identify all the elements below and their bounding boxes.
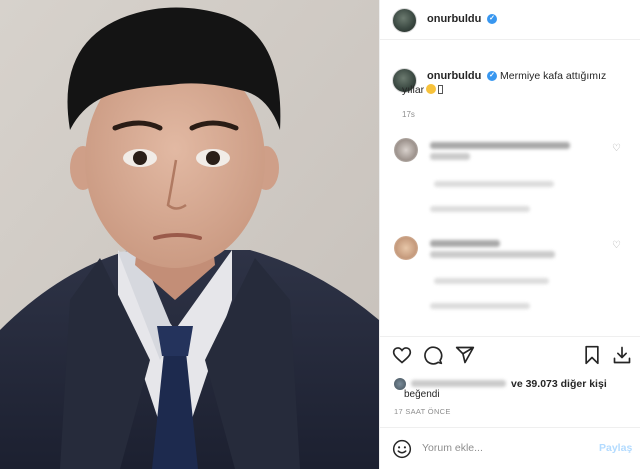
caption-timestamp: 17s xyxy=(402,110,415,119)
missing-glyph-icon xyxy=(438,85,444,94)
comment-like-icon[interactable]: ♡ xyxy=(612,240,621,251)
redacted-comment-text xyxy=(430,240,500,247)
redacted-replies-link[interactable] xyxy=(430,303,530,309)
download-icon[interactable] xyxy=(612,345,632,365)
post-time-ago[interactable]: 17 SAAT ÖNCE xyxy=(394,407,451,416)
caption-username[interactable]: onurbuldu xyxy=(427,70,481,82)
verified-badge-icon: ✓ xyxy=(487,14,497,24)
laughing-emoji-icon xyxy=(426,84,437,94)
redacted-comment-meta xyxy=(434,181,554,187)
post-actions: ve 39.073 diğer kişi beğendi 17 SAAT ÖNC… xyxy=(380,336,640,469)
send-icon[interactable] xyxy=(455,345,475,365)
caption-text-line2: yıllar xyxy=(402,84,425,96)
comment-input[interactable] xyxy=(422,439,592,457)
emoji-picker-icon[interactable] xyxy=(392,439,412,459)
post-side-panel: onurbuldu ✓ onurbuldu ✓ Mermiye kafa att… xyxy=(379,0,640,469)
likes-count[interactable]: ve 39.073 diğer kişi xyxy=(511,378,607,390)
portrait-image xyxy=(0,0,379,469)
post-header: onurbuldu ✓ xyxy=(380,0,640,40)
commenter-avatar[interactable] xyxy=(394,138,418,162)
comment-icon[interactable] xyxy=(423,345,443,365)
redacted-comment-meta xyxy=(434,278,549,284)
caption-text: Mermiye kafa attığımız xyxy=(500,70,607,82)
heart-icon[interactable] xyxy=(392,345,412,365)
redacted-comment-text xyxy=(430,142,570,149)
comment-like-icon[interactable]: ♡ xyxy=(612,143,621,154)
liked-label: beğendi xyxy=(404,389,440,400)
comments-section: onurbuldu ✓ Mermiye kafa attığımız yılla… xyxy=(380,40,640,336)
redacted-comment-text xyxy=(430,251,555,258)
verified-badge-icon: ✓ xyxy=(487,71,497,81)
commenter-avatar[interactable] xyxy=(394,236,418,260)
post-photo[interactable] xyxy=(0,0,379,469)
add-comment-bar: Paylaş xyxy=(380,427,640,470)
instagram-post: onurbuldu ✓ onurbuldu ✓ Mermiye kafa att… xyxy=(0,0,640,469)
post-comment-button[interactable]: Paylaş xyxy=(599,442,632,454)
bookmark-icon[interactable] xyxy=(582,345,602,365)
redacted-replies-link[interactable] xyxy=(430,206,530,212)
caption-text-continued: yıllar xyxy=(402,84,602,96)
redacted-liker-username[interactable] xyxy=(411,380,506,387)
author-username[interactable]: onurbuldu xyxy=(427,13,481,25)
author-avatar[interactable] xyxy=(392,8,417,33)
redacted-comment-text xyxy=(430,153,470,160)
